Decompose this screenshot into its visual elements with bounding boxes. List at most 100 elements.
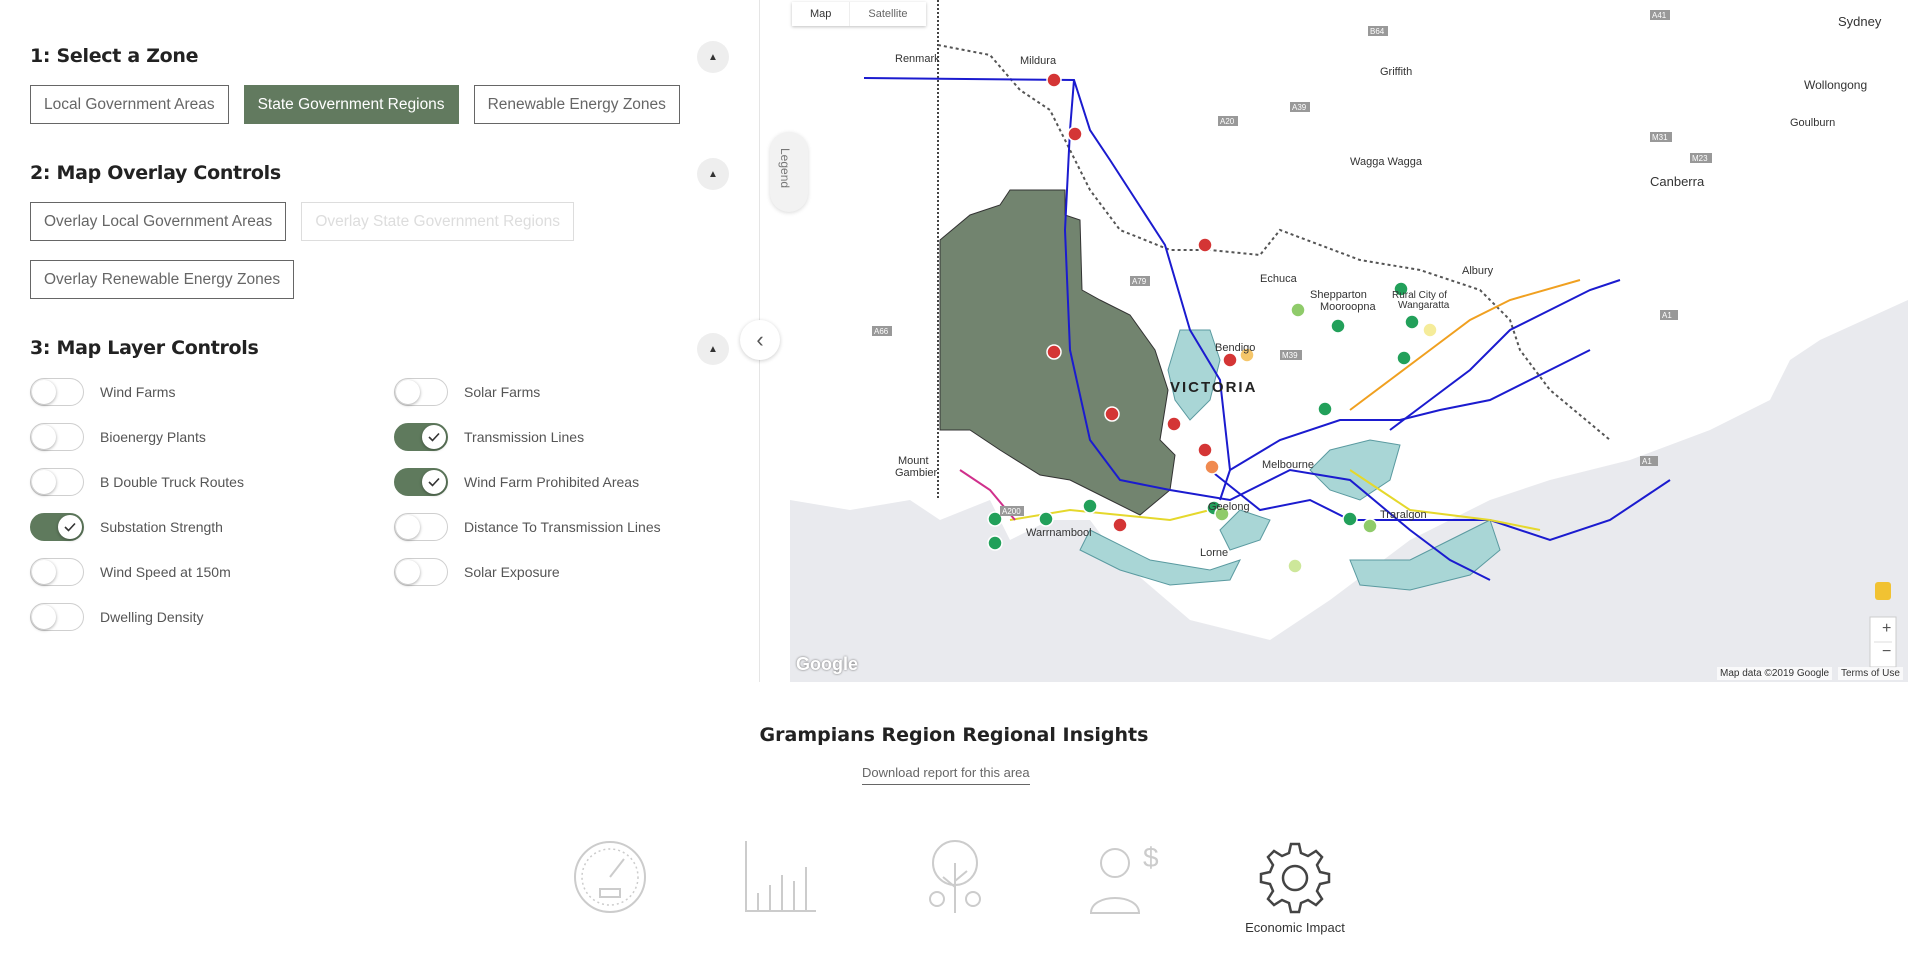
map-graphic: Sydney Wollongong Goulburn Griffith Wagg… bbox=[790, 0, 1908, 682]
social-category[interactable]: $ bbox=[1060, 837, 1190, 915]
renewable-energy-zones-button[interactable]: Renewable Energy Zones bbox=[473, 85, 680, 124]
dwelling-density-toggle[interactable] bbox=[30, 603, 84, 631]
map-type-control[interactable]: Map Satellite bbox=[792, 2, 926, 26]
map-canvas[interactable]: Sydney Wollongong Goulburn Griffith Wagg… bbox=[790, 0, 1908, 682]
svg-text:A39: A39 bbox=[1292, 103, 1307, 112]
terms-of-use-link[interactable]: Terms of Use bbox=[1838, 667, 1903, 680]
transmission-lines-toggle[interactable] bbox=[394, 423, 448, 451]
toggle-label: Wind Farm Prohibited Areas bbox=[464, 474, 640, 490]
bioenergy-plants-toggle-row[interactable]: Bioenergy Plants bbox=[30, 423, 206, 451]
person-dollar-icon: $ bbox=[1089, 842, 1159, 914]
section-title: 2: Map Overlay Controls bbox=[30, 162, 281, 184]
svg-text:M31: M31 bbox=[1652, 133, 1668, 142]
distance-to-transmission-lines-toggle-row[interactable]: Distance To Transmission Lines bbox=[394, 513, 661, 541]
svg-text:M23: M23 bbox=[1692, 154, 1708, 163]
wind-farms-toggle-row[interactable]: Wind Farms bbox=[30, 378, 175, 406]
legend-tab[interactable]: Legend bbox=[770, 132, 808, 212]
chevron-left-icon: ‹ bbox=[756, 327, 764, 352]
wind-speed-toggle-row[interactable]: Wind Speed at 150m bbox=[30, 558, 231, 586]
toggle-label: Solar Exposure bbox=[464, 564, 560, 580]
dwelling-density-toggle-row[interactable]: Dwelling Density bbox=[30, 603, 203, 631]
svg-text:A79: A79 bbox=[1132, 277, 1147, 286]
toggle-label: Transmission Lines bbox=[464, 429, 585, 445]
economic-impact-label: Economic Impact bbox=[1245, 920, 1345, 935]
svg-text:A41: A41 bbox=[1652, 11, 1667, 20]
section-title: 1: Select a Zone bbox=[30, 45, 199, 67]
triangle-up-icon: ▲ bbox=[708, 343, 718, 355]
bioenergy-plants-toggle[interactable] bbox=[30, 423, 84, 451]
place-label: Griffith bbox=[1380, 66, 1412, 78]
transmission-lines-toggle-row[interactable]: Transmission Lines bbox=[394, 423, 584, 451]
section-title: 3: Map Layer Controls bbox=[30, 337, 259, 359]
place-label: Renmark bbox=[895, 53, 940, 65]
solar-farms-toggle-row[interactable]: Solar Farms bbox=[394, 378, 540, 406]
collapse-section-button[interactable]: ▲ bbox=[697, 41, 729, 73]
overlay-renewable-energy-zones-button[interactable]: Overlay Renewable Energy Zones bbox=[30, 260, 295, 299]
zoom-in-button[interactable]: + bbox=[1882, 620, 1891, 638]
svg-text:A1: A1 bbox=[1662, 311, 1672, 320]
place-label: Gambier bbox=[895, 467, 938, 479]
place-label: Wagga Wagga bbox=[1350, 156, 1423, 168]
check-icon bbox=[64, 522, 76, 532]
overlay-local-government-areas-button[interactable]: Overlay Local Government Areas bbox=[30, 202, 287, 241]
place-label: Geelong bbox=[1208, 501, 1250, 513]
collapse-panel-button[interactable]: ‹ bbox=[740, 320, 780, 360]
place-label: Wollongong bbox=[1804, 78, 1867, 92]
state-government-regions-button[interactable]: State Government Regions bbox=[243, 85, 459, 124]
satellite-type-button[interactable]: Satellite bbox=[849, 2, 925, 26]
gauge-icon bbox=[574, 841, 646, 913]
wind-farm-prohibited-areas-toggle[interactable] bbox=[394, 468, 448, 496]
substation-strength-toggle-row[interactable]: Substation Strength bbox=[30, 513, 223, 541]
toggle-label: Wind Farms bbox=[100, 384, 176, 400]
insights-section: Grampians Region Regional Insights Downl… bbox=[0, 682, 1908, 957]
map-type-button[interactable]: Map bbox=[792, 2, 849, 26]
toggle-label: Bioenergy Plants bbox=[100, 429, 206, 445]
download-report-link[interactable]: Download report for this area bbox=[862, 765, 1030, 785]
overlay-state-government-regions-button: Overlay State Government Regions bbox=[301, 202, 574, 241]
local-government-areas-button[interactable]: Local Government Areas bbox=[30, 85, 229, 124]
svg-text:M39: M39 bbox=[1282, 351, 1298, 360]
economic-impact-category[interactable]: Economic Impact bbox=[1230, 840, 1360, 935]
place-label: Lorne bbox=[1200, 547, 1228, 559]
place-label: Mooroopna bbox=[1320, 301, 1377, 313]
check-icon bbox=[428, 477, 440, 487]
zoom-out-button[interactable]: − bbox=[1882, 643, 1891, 661]
place-label: Warrnambool bbox=[1026, 527, 1092, 539]
toggle-label: Wind Speed at 150m bbox=[100, 564, 231, 580]
collapse-section-button[interactable]: ▲ bbox=[697, 158, 729, 190]
solar-exposure-toggle[interactable] bbox=[394, 558, 448, 586]
toggle-label: B Double Truck Routes bbox=[100, 474, 244, 490]
place-label: Bendigo bbox=[1215, 342, 1255, 354]
chart-category[interactable] bbox=[715, 837, 845, 915]
distance-to-transmission-lines-toggle[interactable] bbox=[394, 513, 448, 541]
environment-category[interactable] bbox=[890, 837, 1020, 915]
wind-speed-toggle[interactable] bbox=[30, 558, 84, 586]
b-double-truck-routes-toggle-row[interactable]: B Double Truck Routes bbox=[30, 468, 244, 496]
state-label: VICTORIA bbox=[1170, 379, 1257, 396]
place-label: Canberra bbox=[1650, 174, 1705, 189]
map-attribution: Map data ©2019 Google bbox=[1717, 667, 1833, 680]
solar-farms-toggle[interactable] bbox=[394, 378, 448, 406]
svg-text:A66: A66 bbox=[874, 327, 889, 336]
toggle-label: Solar Farms bbox=[464, 384, 541, 400]
gauge-category[interactable] bbox=[545, 837, 675, 915]
bar-chart-icon bbox=[745, 841, 816, 912]
legend-label: Legend bbox=[778, 148, 792, 189]
wind-farm-prohibited-areas-toggle-row[interactable]: Wind Farm Prohibited Areas bbox=[394, 468, 639, 496]
b-double-truck-routes-toggle[interactable] bbox=[30, 468, 84, 496]
substation-strength-toggle[interactable] bbox=[30, 513, 84, 541]
solar-exposure-toggle-row[interactable]: Solar Exposure bbox=[394, 558, 560, 586]
insights-title: Grampians Region Regional Insights bbox=[759, 724, 1149, 746]
place-label: Traralgon bbox=[1380, 509, 1427, 521]
wind-farms-toggle[interactable] bbox=[30, 378, 84, 406]
toggle-label: Substation Strength bbox=[100, 519, 223, 535]
triangle-up-icon: ▲ bbox=[708, 51, 718, 63]
control-panel: 1: Select a Zone ▲ Local Government Area… bbox=[0, 0, 760, 682]
svg-text:$: $ bbox=[1143, 842, 1159, 873]
layer-controls-section: 3: Map Layer Controls ▲ bbox=[30, 333, 729, 377]
check-icon bbox=[428, 432, 440, 442]
top-area: 1: Select a Zone ▲ Local Government Area… bbox=[0, 0, 1908, 682]
collapse-section-button[interactable]: ▲ bbox=[697, 333, 729, 365]
place-label: Shepparton bbox=[1310, 289, 1367, 301]
place-label: Goulburn bbox=[1790, 117, 1835, 129]
